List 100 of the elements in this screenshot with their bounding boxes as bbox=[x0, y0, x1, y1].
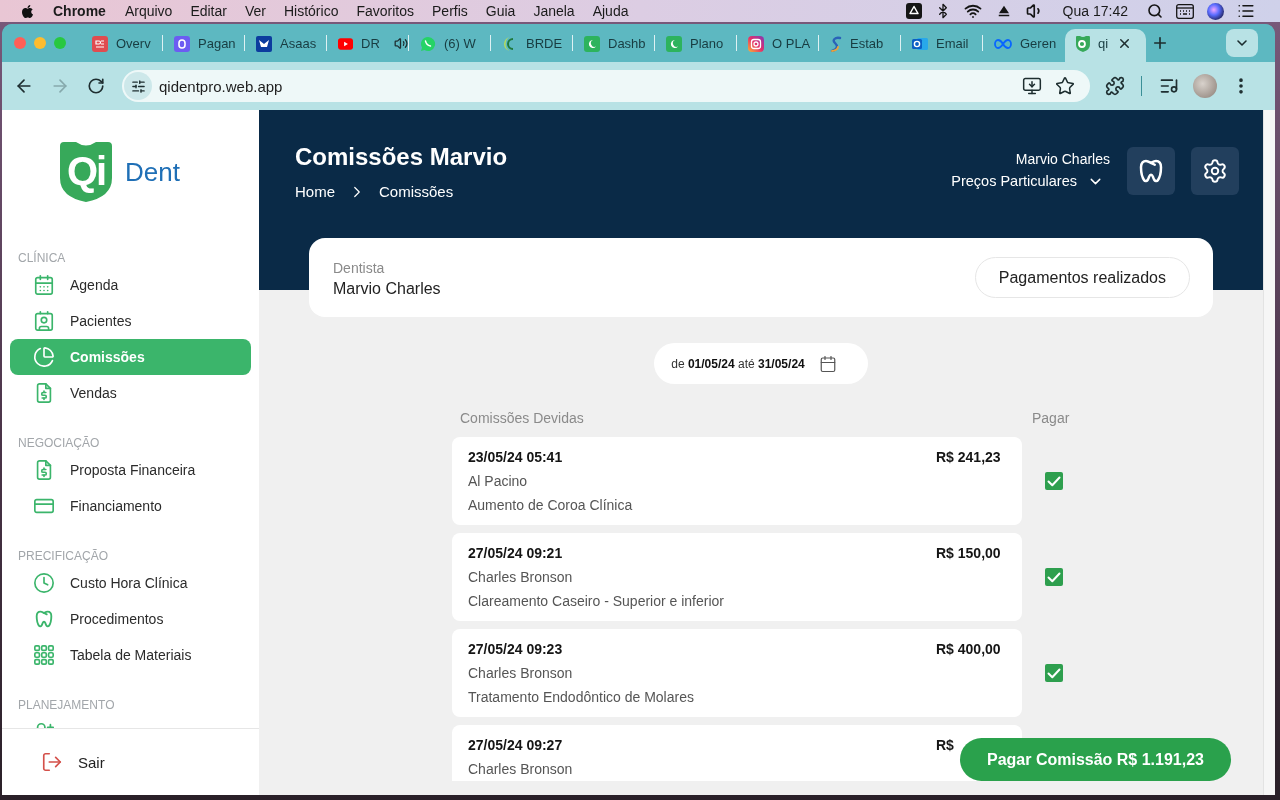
logo-mark: Qi bbox=[60, 142, 112, 202]
reload-icon bbox=[87, 77, 105, 95]
browser-tab[interactable]: Asaas bbox=[245, 29, 326, 62]
puzzle-icon[interactable] bbox=[1105, 76, 1125, 96]
sidebar-item[interactable]: Procedimentos bbox=[10, 601, 251, 637]
address-field[interactable]: qidentpro.web.app bbox=[122, 70, 1090, 102]
checkmark-icon bbox=[1047, 475, 1061, 487]
menu-item[interactable]: Histórico bbox=[274, 0, 348, 22]
settings-icon bbox=[1202, 158, 1228, 184]
camera-icon bbox=[748, 35, 764, 52]
menu-item[interactable]: Ajuda bbox=[583, 0, 638, 22]
sidebar-item[interactable]: Pacientes bbox=[10, 303, 251, 339]
section-title: PLANEJAMENTO bbox=[17, 697, 116, 714]
speaker-icon[interactable] bbox=[393, 36, 408, 51]
menu-item[interactable]: Janela bbox=[524, 0, 584, 22]
calendar-icon bbox=[33, 274, 55, 296]
swirl-icon bbox=[830, 35, 842, 52]
section-title: CLÍNICA bbox=[17, 249, 67, 267]
sidebar-item[interactable]: Vendas bbox=[10, 375, 251, 411]
menu-item[interactable]: Guia bbox=[476, 0, 525, 22]
browser-tab[interactable]: qi bbox=[1065, 29, 1146, 62]
procedure-name: Aumento de Coroa Clínica bbox=[468, 496, 634, 515]
plus-icon bbox=[1151, 34, 1169, 52]
play-button-icon bbox=[338, 37, 354, 50]
logout-icon bbox=[41, 751, 63, 773]
payments-made-button[interactable]: Pagamentos realizados bbox=[974, 257, 1190, 298]
wifi-icon[interactable] bbox=[963, 2, 982, 20]
dentist-label: Dentista bbox=[333, 258, 386, 278]
date-range-picker[interactable]: de 01/05/24 até 31/05/24 bbox=[654, 343, 868, 384]
calendar-icon[interactable] bbox=[818, 354, 837, 373]
checkmark-icon bbox=[1047, 571, 1061, 583]
commission-amount: R$ bbox=[936, 737, 955, 753]
browser-tab[interactable]: BRDE bbox=[491, 29, 572, 62]
menu-item[interactable]: Ver bbox=[235, 0, 275, 22]
clock-text[interactable]: Qua 17:42 bbox=[1062, 0, 1128, 22]
apple-icon[interactable] bbox=[20, 3, 35, 19]
menu-item[interactable]: Favoritos bbox=[347, 0, 423, 22]
patient-name: Charles Bronson bbox=[468, 664, 574, 683]
sidebar-item[interactable]: Proposta Financeira bbox=[10, 452, 251, 488]
menu-item[interactable]: Arquivo bbox=[115, 0, 182, 22]
star-icon[interactable] bbox=[1055, 76, 1075, 96]
checkbox[interactable] bbox=[1045, 472, 1063, 490]
monitor-download-icon[interactable] bbox=[1022, 76, 1042, 96]
triangle-tile-icon[interactable] bbox=[905, 3, 922, 19]
price-table-select[interactable]: Preços Particulares bbox=[951, 171, 1110, 191]
procedure-name: Tratamento Endodôntico de Molares bbox=[468, 688, 695, 707]
dentist-name: Marvio Charles bbox=[333, 278, 441, 299]
commission-date: 23/05/24 05:41 bbox=[468, 449, 563, 465]
browser-tab[interactable]: Plano bbox=[655, 29, 736, 62]
menu-item[interactable]: Perfis bbox=[423, 0, 477, 22]
sliders-icon bbox=[130, 78, 146, 94]
browser-tab[interactable]: O PLA bbox=[737, 29, 818, 62]
tab-search-button[interactable] bbox=[1226, 29, 1258, 57]
checkbox[interactable] bbox=[1045, 664, 1063, 682]
commission-date: 27/05/24 09:23 bbox=[468, 641, 563, 657]
keyboard-icon[interactable] bbox=[1176, 3, 1194, 19]
mail-tile-icon bbox=[912, 35, 928, 52]
browser-tab[interactable]: Email bbox=[901, 29, 982, 62]
infinity-icon bbox=[994, 38, 1012, 49]
section-title: PRECIFICAÇÃO bbox=[17, 548, 109, 565]
browser-tab[interactable]: DR bbox=[327, 29, 408, 62]
tooth-button[interactable] bbox=[1127, 147, 1175, 195]
browser-tab[interactable]: Geren bbox=[983, 29, 1064, 62]
commission-amount: R$ 400,00 bbox=[936, 641, 1002, 657]
sidebar-item[interactable]: Tabela de Materiais bbox=[10, 637, 251, 673]
column-heading: Pagar bbox=[1031, 410, 1070, 426]
browser-tab[interactable]: Estab bbox=[819, 29, 900, 62]
logo-text: Dent bbox=[125, 156, 180, 189]
chat-bubble-icon bbox=[420, 35, 436, 52]
sidebar-item[interactable]: Custo Hora Clínica bbox=[10, 565, 251, 601]
sidebar-item[interactable]: Financiamento bbox=[10, 488, 251, 524]
site-info-button[interactable] bbox=[124, 72, 152, 100]
commission-amount: R$ 241,23 bbox=[936, 449, 1002, 465]
sidebar-item[interactable]: Agenda bbox=[10, 267, 251, 303]
browser-tab[interactable]: Overv bbox=[81, 29, 162, 62]
logout-button[interactable]: Sair bbox=[41, 751, 113, 773]
pie-chart-icon bbox=[33, 346, 55, 368]
breadcrumb-link[interactable]: Home bbox=[295, 182, 335, 202]
music-list-icon[interactable] bbox=[1159, 76, 1179, 96]
checkmark-icon bbox=[1047, 667, 1061, 679]
settings-button[interactable] bbox=[1191, 147, 1239, 195]
app-menu[interactable]: Chrome bbox=[43, 0, 116, 22]
moon-tile-icon bbox=[666, 35, 682, 52]
section-title: NEGOCIAÇÃO bbox=[17, 435, 101, 452]
browser-tab[interactable]: (6) W bbox=[409, 29, 490, 62]
square-favicon-icon bbox=[92, 35, 108, 52]
browser-tab[interactable]: Dashb bbox=[573, 29, 654, 62]
orb-icon[interactable] bbox=[1207, 2, 1224, 20]
checkbox[interactable] bbox=[1045, 568, 1063, 586]
browser-tab[interactable]: Pagan bbox=[163, 29, 244, 62]
patient-name: Al Pacino bbox=[468, 472, 529, 491]
list-icon[interactable] bbox=[1237, 2, 1255, 20]
square-favicon-icon bbox=[174, 35, 190, 52]
search-icon[interactable] bbox=[1147, 3, 1163, 19]
commission-amount: R$ 150,00 bbox=[936, 545, 1002, 561]
procedure-name: Clareamento Caseiro - Superior e inferior bbox=[468, 592, 725, 611]
page-title: Comissões Marvio bbox=[295, 142, 508, 172]
menu-item[interactable]: Editar bbox=[181, 0, 236, 22]
commission-date: 27/05/24 09:27 bbox=[468, 737, 563, 753]
grid-icon bbox=[33, 644, 55, 666]
